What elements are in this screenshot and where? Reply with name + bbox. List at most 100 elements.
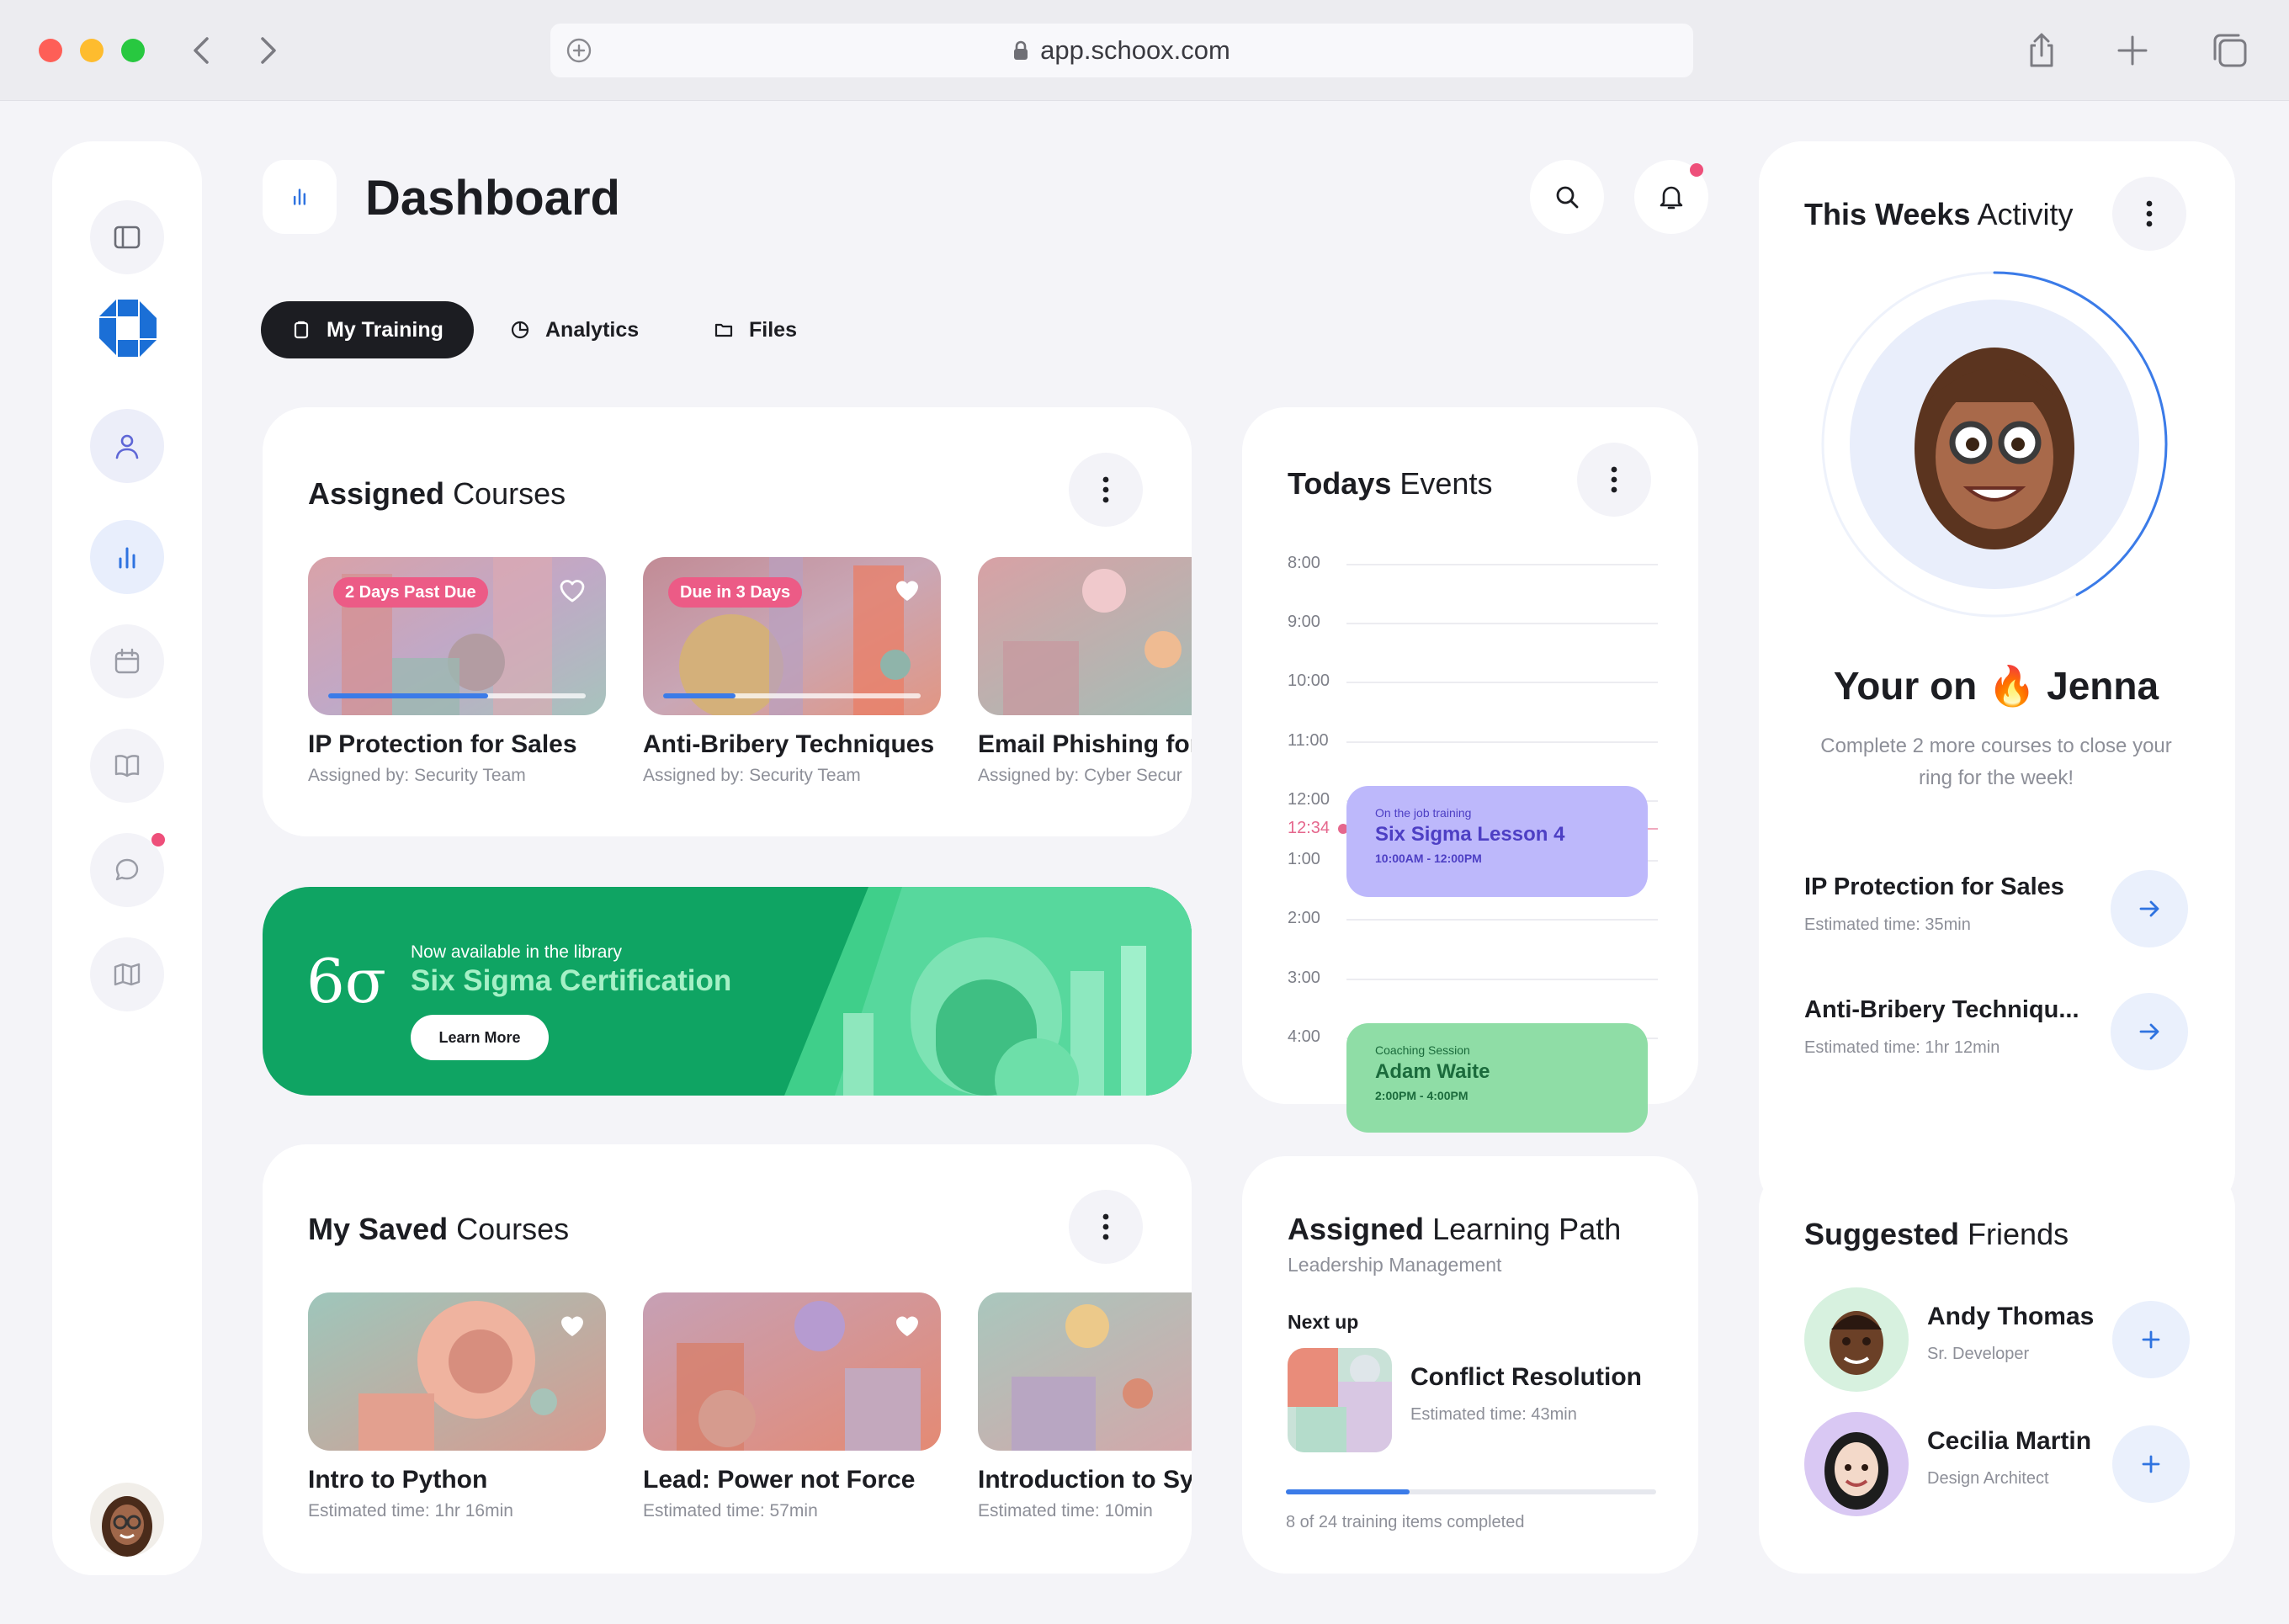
course-name: Intro to Python — [308, 1466, 488, 1494]
course-name: Introduction to Sy — [978, 1466, 1192, 1494]
back-icon[interactable] — [185, 32, 219, 69]
bell-icon — [1660, 186, 1683, 210]
time-label: 8:00 — [1288, 554, 1320, 572]
course-assigned-by: Assigned by: Security Team — [308, 766, 526, 785]
course-card[interactable]: Intro to Python Estimated time: 1hr 16mi… — [308, 1292, 606, 1521]
event-time: 10:00AM - 12:00PM — [1375, 852, 1482, 865]
activity-course-time: Estimated time: 35min — [1804, 915, 1971, 934]
event-title: Six Sigma Lesson 4 — [1375, 823, 1565, 846]
next-course-title[interactable]: Conflict Resolution — [1410, 1363, 1642, 1392]
tab-analytics[interactable]: Analytics — [480, 301, 669, 358]
course-thumbnail — [308, 1292, 606, 1451]
address-bar[interactable]: app.schoox.com — [550, 24, 1693, 77]
tab-files[interactable]: Files — [683, 301, 827, 358]
user-avatar[interactable] — [90, 1483, 164, 1557]
course-name: Email Phishing for — [978, 730, 1192, 758]
add-circle-icon[interactable] — [566, 37, 592, 64]
course-card[interactable]: Introduction to Sy Estimated time: 10min — [978, 1292, 1192, 1521]
friend-role: Sr. Developer — [1927, 1345, 2030, 1363]
friend-role: Design Architect — [1927, 1469, 2049, 1488]
heart-outline-icon[interactable] — [557, 576, 587, 606]
course-assigned-by: Assigned by: Cyber Secur — [978, 766, 1182, 785]
activity-course-row[interactable]: Anti-Bribery Techniqu... Estimated time:… — [1804, 990, 2188, 1074]
more-options-button[interactable] — [2112, 177, 2186, 251]
sidebar-toggle-icon — [114, 226, 141, 249]
more-options-button[interactable] — [1069, 1190, 1143, 1264]
search-button[interactable] — [1530, 160, 1604, 234]
friend-avatar[interactable] — [1804, 1287, 1909, 1392]
book-icon — [114, 755, 140, 778]
course-card[interactable]: Due in 3 Days Anti-Bribery Techniques As… — [643, 557, 941, 786]
learning-path-card: Assigned Learning Path Leadership Manage… — [1242, 1156, 1698, 1574]
event-block[interactable]: Coaching Session Adam Waite 2:00PM - 4:0… — [1346, 1023, 1648, 1133]
time-label: 11:00 — [1288, 731, 1329, 750]
activity-course-row[interactable]: IP Protection for Sales Estimated time: … — [1804, 867, 2188, 951]
course-thumbnail — [978, 557, 1192, 715]
forward-icon[interactable] — [251, 32, 284, 69]
hour-line — [1346, 564, 1658, 565]
toggle-sidebar-button[interactable] — [90, 200, 164, 274]
minimize-window-button[interactable] — [80, 39, 104, 62]
sidebar-item-map[interactable] — [90, 937, 164, 1011]
event-block[interactable]: On the job training Six Sigma Lesson 4 1… — [1346, 786, 1648, 897]
course-thumbnail — [978, 1292, 1192, 1451]
card-title: Suggested Friends — [1804, 1217, 2069, 1251]
tab-my-training[interactable]: My Training — [261, 301, 474, 358]
promo-banner[interactable]: 6σ Now available in the library Six Sigm… — [263, 887, 1192, 1096]
close-window-button[interactable] — [39, 39, 62, 62]
course-progress-fill — [663, 693, 736, 698]
add-friend-button[interactable] — [2112, 1301, 2190, 1378]
sidebar-item-dashboard[interactable] — [90, 520, 164, 594]
course-card[interactable]: 2 Days Past Due IP Protection for Sales … — [308, 557, 606, 786]
suggested-friends-card: Suggested Friends Andy Thomas Sr. Develo… — [1759, 1165, 2235, 1574]
new-tab-icon[interactable] — [2112, 30, 2153, 71]
more-options-button[interactable] — [1577, 443, 1651, 517]
sidebar-item-profile[interactable] — [90, 409, 164, 483]
memoji-avatar-icon — [1830, 1311, 1883, 1375]
maximize-window-button[interactable] — [121, 39, 145, 62]
friend-avatar[interactable] — [1804, 1412, 1909, 1516]
more-vertical-icon — [1102, 1213, 1109, 1240]
learn-more-button[interactable]: Learn More — [411, 1015, 549, 1060]
course-thumbnail — [643, 1292, 941, 1451]
current-time-label: 12:34 — [1288, 819, 1330, 837]
course-card[interactable]: Lead: Power not Force Estimated time: 57… — [643, 1292, 941, 1521]
heart-filled-icon[interactable] — [892, 576, 922, 606]
activity-greeting: Your on 🔥 Jenna — [1833, 664, 2159, 708]
six-sigma-logo: 6σ — [306, 946, 386, 1016]
course-estimated-time: Estimated time: 10min — [978, 1501, 1153, 1521]
tab-label: Files — [749, 317, 797, 342]
heart-filled-icon[interactable] — [557, 1311, 587, 1341]
open-course-button[interactable] — [2111, 993, 2188, 1070]
next-up-label: Next up — [1288, 1311, 1359, 1333]
green-architecture-image — [784, 887, 1192, 1096]
course-card[interactable]: Email Phishing for Assigned by: Cyber Se… — [978, 557, 1192, 786]
time-label: 3:00 — [1288, 969, 1320, 987]
clipboard-icon — [294, 321, 309, 339]
user-icon — [115, 434, 139, 459]
dashboard-header-icon-box — [263, 160, 337, 234]
tabs-overview-icon[interactable] — [2210, 30, 2250, 71]
course-progress-track — [663, 693, 921, 698]
path-progress-track — [1286, 1489, 1656, 1494]
sidebar-item-library[interactable] — [90, 729, 164, 803]
share-icon[interactable] — [2021, 30, 2062, 71]
hour-line — [1346, 682, 1658, 683]
time-label: 10:00 — [1288, 671, 1330, 690]
next-course-thumbnail[interactable] — [1288, 1348, 1392, 1452]
card-title: My Saved Courses — [308, 1212, 570, 1246]
add-friend-button[interactable] — [2112, 1425, 2190, 1503]
course-name: IP Protection for Sales — [308, 730, 577, 758]
open-course-button[interactable] — [2111, 870, 2188, 947]
brand-logo[interactable] — [98, 298, 158, 358]
chat-bubble-icon — [115, 858, 139, 881]
more-options-button[interactable] — [1069, 453, 1143, 527]
sidebar-item-calendar[interactable] — [90, 624, 164, 698]
promo-title: Six Sigma Certification — [411, 964, 732, 997]
path-progress-fill — [1286, 1489, 1410, 1494]
heart-filled-icon[interactable] — [892, 1311, 922, 1341]
octagon-logo-icon — [99, 300, 157, 357]
event-type: On the job training — [1375, 806, 1472, 820]
bar-chart-icon — [293, 188, 306, 205]
promo-kicker: Now available in the library — [411, 942, 622, 962]
